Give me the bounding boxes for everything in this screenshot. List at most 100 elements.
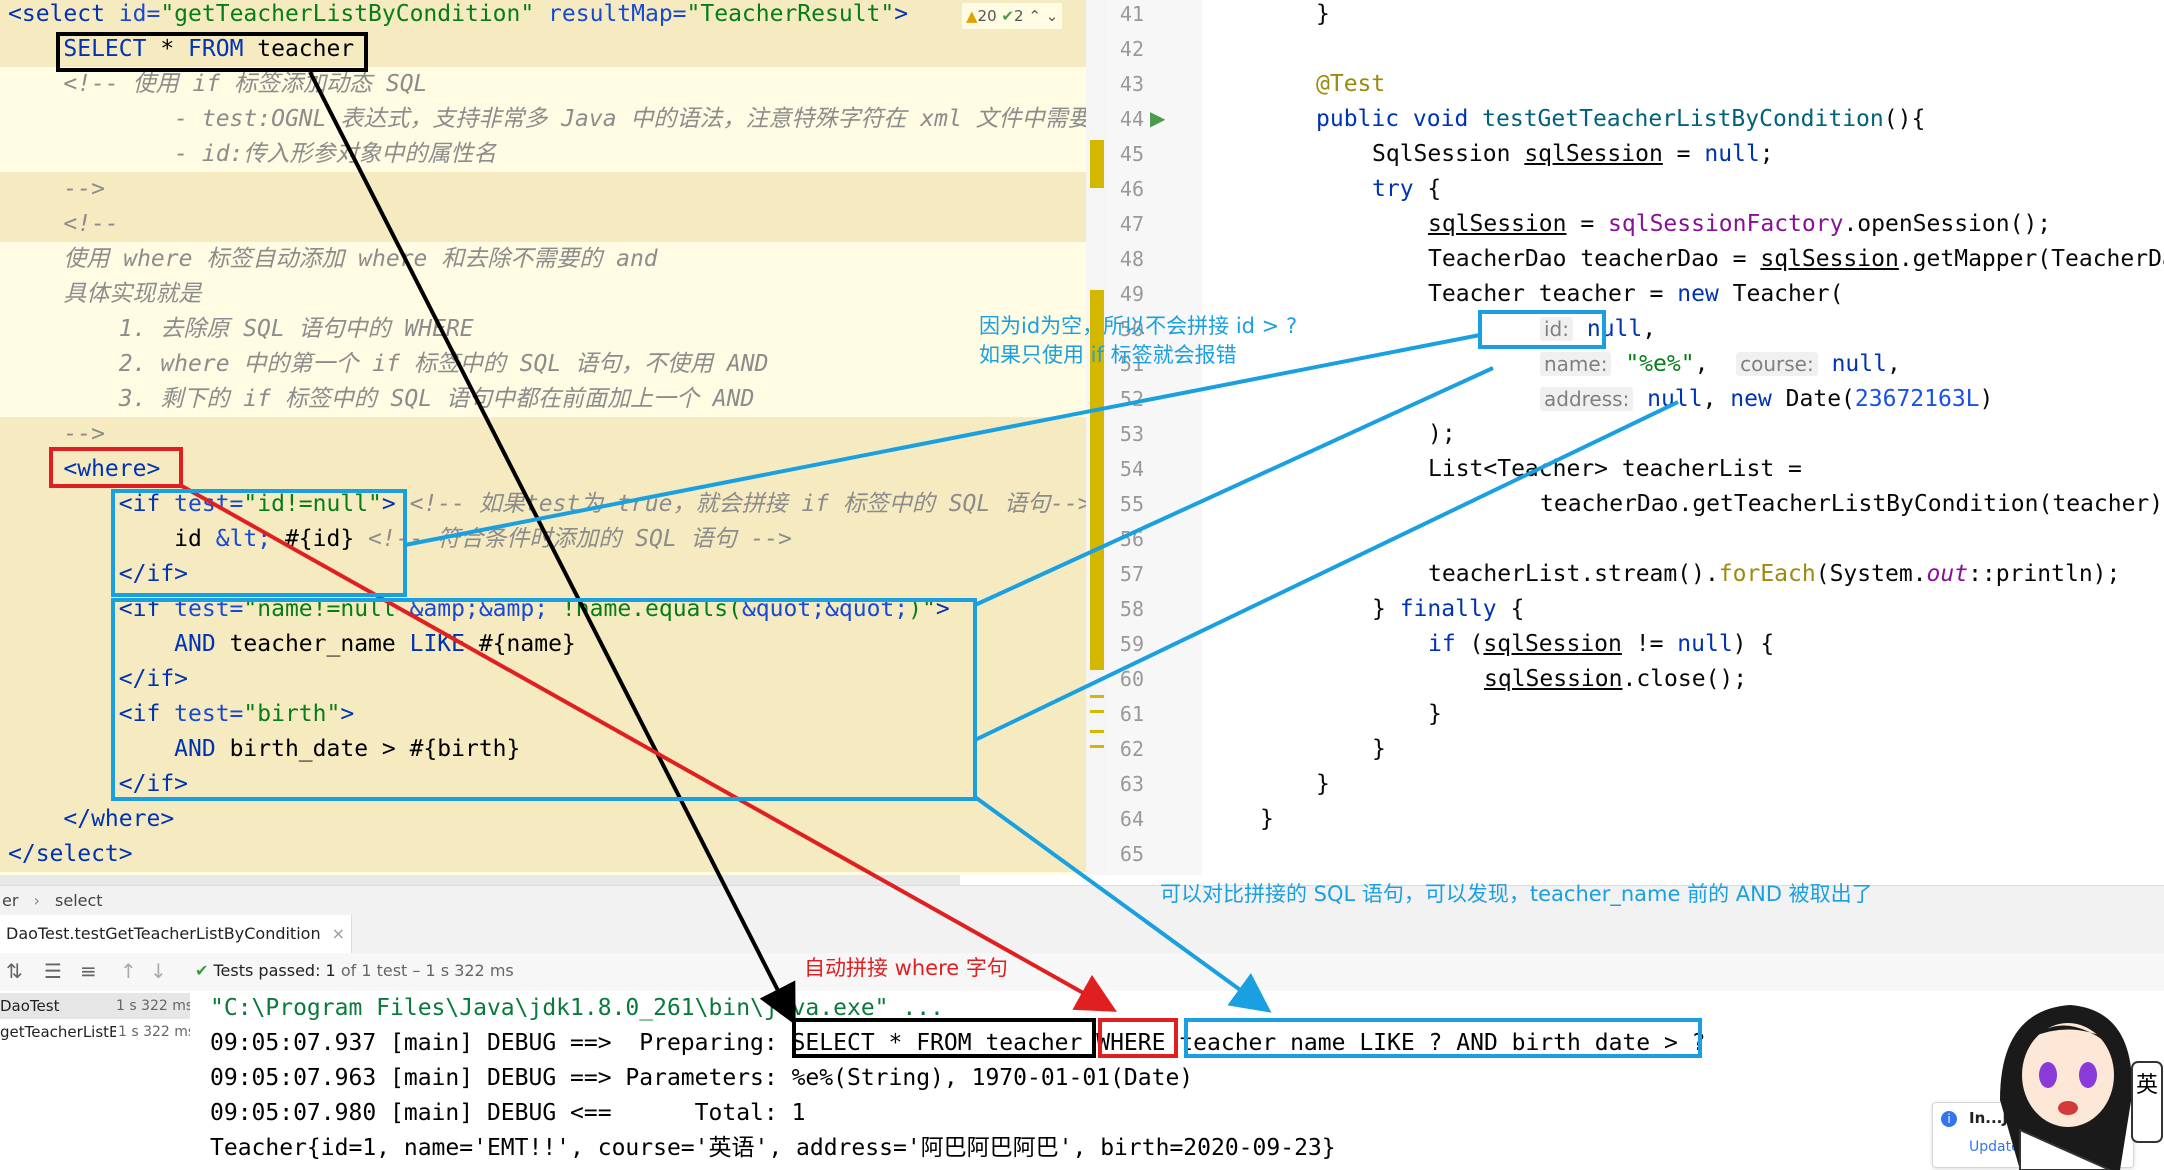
line-number: 65 <box>1119 842 1144 866</box>
code-token: new <box>1730 386 1772 412</box>
code-token: , <box>1642 316 1657 342</box>
code-token: sqlSession <box>1484 666 1623 692</box>
code-token: <!-- 使用 if 标签添加动态 SQL <box>8 71 428 97</box>
test-name: DaoTest <box>0 997 60 1015</box>
java-line: teacherDao.getTeacherListByCondition(tea… <box>1540 487 2164 522</box>
info-icon: i <box>1941 1111 1957 1127</box>
xml-line: 具体实现就是 <box>0 277 1086 312</box>
line-number: 46 <box>1119 177 1144 201</box>
code-token: } <box>1372 736 1386 762</box>
change-marker[interactable] <box>1090 745 1104 748</box>
xml-line-content: - test:OGNL 表达式，支持非常多 Java 中的语法，注意特殊字符在 … <box>0 106 1106 132</box>
next-highlight-icon[interactable]: ⌄ <box>1046 7 1059 25</box>
prev-highlight-icon[interactable]: ⌃ <box>1028 7 1041 25</box>
java-line: List<Teacher> teacherList = <box>1428 452 1802 487</box>
code-token: out <box>1926 561 1969 587</box>
breadcrumb-separator: › <box>33 891 40 910</box>
java-line: } <box>1428 697 1442 732</box>
java-line: } finally { <box>1372 592 1524 627</box>
xml-line-content: 3. 剩下的 if 标签中的 SQL 语句中都在前面加上一个 AND <box>0 386 755 412</box>
test-tree[interactable]: DaoTest 1 s 322 ms getTeacherListBy 1 s … <box>0 991 191 1170</box>
code-token: > <box>894 1 909 27</box>
xml-horizontal-scrollbar[interactable] <box>0 875 960 885</box>
line-number: 53 <box>1119 422 1144 446</box>
code-token: } <box>1260 806 1274 832</box>
java-line: name: "%e%", course: null, <box>1540 347 1901 382</box>
code-token: , <box>1702 386 1731 412</box>
change-marker[interactable] <box>1090 710 1104 713</box>
line-number: 47 <box>1119 212 1144 236</box>
line-number: 61 <box>1119 702 1144 726</box>
code-token: "%e%" <box>1625 351 1695 377</box>
xml-line: - id:传入形参对象中的属性名 <box>0 137 1086 172</box>
warning-count: 20 <box>977 7 997 25</box>
console-line: 09:05:07.980 [main] DEBUG <== Total: 1 <box>210 1100 806 1126</box>
breadcrumb-item[interactable]: select <box>55 891 103 910</box>
close-icon[interactable]: × <box>332 924 345 943</box>
java-line: sqlSession = sqlSessionFactory.openSessi… <box>1428 207 2051 242</box>
code-token: 使用 where 标签自动添加 where 和去除不需要的 and <box>8 246 658 272</box>
check-icon: ✔ <box>195 961 209 980</box>
code-token: null <box>1704 141 1760 167</box>
collapse-all-icon[interactable]: ≡ <box>80 959 97 983</box>
code-token: ) <box>1979 386 1994 412</box>
xml-line: <!-- <box>0 207 1086 242</box>
where-tag-box <box>49 447 183 488</box>
code-token: ) { <box>1732 631 1775 657</box>
code-token: Date( <box>1771 386 1855 412</box>
java-line: } <box>1316 0 1330 32</box>
xml-line: 2. where 中的第一个 if 标签中的 SQL 语句，不使用 AND <box>0 347 1086 382</box>
mascot-image: 英 <box>2000 1005 2163 1170</box>
test-time: 1 s 322 ms <box>116 998 190 1014</box>
check-icon: ✔ <box>1001 7 1014 25</box>
run-tab[interactable]: DaoTest.testGetTeacherListByCondition × <box>0 915 353 953</box>
code-token: null <box>1677 631 1733 657</box>
test-tree-row[interactable]: DaoTest 1 s 322 ms <box>0 993 190 1019</box>
change-marker[interactable] <box>1090 695 1104 698</box>
test-status-count: 1 <box>325 961 336 980</box>
code-token: public void <box>1316 106 1483 132</box>
code-token: teacherDao.getTeacherListByCondition(tea… <box>1540 491 2164 517</box>
code-token: = <box>1566 211 1609 237</box>
code-token: (System. <box>1815 561 1927 587</box>
breadcrumb-item[interactable]: er <box>2 891 18 910</box>
java-line: TeacherDao teacherDao = sqlSession.getMa… <box>1428 242 2164 277</box>
console-line: 09:05:07.963 [main] DEBUG ==> Parameters… <box>210 1065 1194 1091</box>
java-line: SqlSession sqlSession = null; <box>1372 137 1774 172</box>
code-token: 3. 剩下的 if 标签中的 SQL 语句中都在前面加上一个 AND <box>8 386 755 412</box>
change-marker[interactable] <box>1090 140 1104 188</box>
xml-line-content: <select id="getTeacherListByCondition" r… <box>0 1 908 27</box>
down-arrow-icon[interactable]: ↓ <box>150 959 167 983</box>
java-editor[interactable]: } @Test public void testGetTeacherListByCo… <box>1202 0 2164 875</box>
line-number: 64 <box>1119 807 1144 831</box>
code-token: 1. 去除原 SQL 语句中的 WHERE <box>8 316 474 342</box>
code-token: "getTeacherListByCondition" <box>160 1 535 27</box>
line-number: 49 <box>1119 282 1144 306</box>
xml-line-content: 使用 where 标签自动添加 where 和去除不需要的 and <box>0 246 658 272</box>
run-tab-title: DaoTest.testGetTeacherListByCondition <box>6 924 321 943</box>
inspection-widget[interactable]: ▲20 ✔2 ⌃ ⌄ <box>962 3 1063 29</box>
code-token: (){ <box>1883 106 1926 132</box>
code-token: --> <box>8 176 105 202</box>
code-token: ( <box>1455 631 1484 657</box>
java-line: ); <box>1428 417 1456 452</box>
run-test-icon[interactable]: ▶ <box>1150 106 1165 131</box>
java-line: if (sqlSession != null) { <box>1428 627 1774 662</box>
code-token: { <box>1496 596 1525 622</box>
change-marker[interactable] <box>1090 730 1104 733</box>
xml-line-content: - id:传入形参对象中的属性名 <box>0 141 496 167</box>
xml-line: </where> <box>0 802 1086 837</box>
code-token: "TeacherResult" <box>686 1 895 27</box>
up-arrow-icon[interactable]: ↑ <box>120 959 137 983</box>
test-tree-row[interactable]: getTeacherListBy 1 s 322 ms <box>0 1019 190 1045</box>
parameter-hint: name: <box>1540 352 1612 376</box>
sort-icon[interactable]: ⇅ <box>6 959 23 983</box>
line-number: 62 <box>1119 737 1144 761</box>
xml-line: </select> <box>0 837 1086 872</box>
expand-all-icon[interactable]: ☰ <box>44 959 62 983</box>
code-token: ; <box>1759 141 1774 167</box>
console-line: Teacher{id=1, name='EMT!!', course='英语',… <box>210 1135 1336 1161</box>
